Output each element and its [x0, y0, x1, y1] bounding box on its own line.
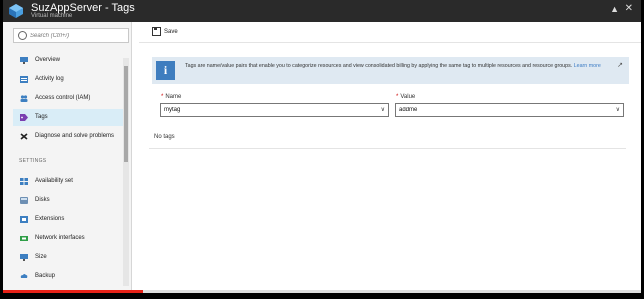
value-label-text: Value	[400, 94, 416, 100]
video-progress-bar[interactable]	[3, 290, 641, 293]
name-label-text: Name	[165, 94, 182, 100]
video-progress-fill	[3, 290, 144, 293]
value-field[interactable]: ∨	[395, 103, 624, 117]
sidebar-item-label: Diagnose and solve problems	[35, 133, 115, 139]
sidebar-item-label: Activity log	[35, 76, 64, 82]
title-bar: SuzAppServer - Tags Virtual machine ▲ ✕	[3, 0, 641, 22]
portal-window: SuzAppServer - Tags Virtual machine ▲ ✕ …	[3, 0, 641, 290]
sidebar-item-tags[interactable]: Tags	[13, 109, 125, 126]
value-input[interactable]	[399, 105, 607, 115]
extensions-icon	[20, 216, 28, 223]
sidebar-item-extensions[interactable]: Extensions	[13, 211, 125, 228]
sidebar: Overview Activity log Access control (IA…	[3, 22, 132, 290]
info-icon: i	[156, 61, 175, 80]
sidebar-scrollbar[interactable]	[123, 58, 129, 286]
chevron-down-icon[interactable]: ∨	[616, 106, 620, 113]
sidebar-item-label: Availability set	[35, 178, 73, 184]
sidebar-item-diagnose[interactable]: Diagnose and solve problems	[13, 128, 125, 145]
name-label: * Name	[161, 94, 181, 100]
pin-icon[interactable]: ▲	[610, 4, 619, 14]
save-button[interactable]: Save	[152, 27, 178, 38]
sidebar-item-size[interactable]: Size	[13, 249, 125, 266]
toolbar: Save	[139, 22, 641, 43]
virtual-machine-icon	[9, 4, 23, 18]
info-text: Tags are name/value pairs that enable yo…	[185, 63, 615, 70]
sidebar-search[interactable]	[13, 28, 129, 43]
monitor-icon	[20, 57, 28, 64]
settings-section-label: SETTINGS	[19, 158, 47, 164]
search-icon	[18, 31, 27, 40]
external-link-icon[interactable]: ↗	[617, 61, 623, 69]
sidebar-item-activity-log[interactable]: Activity log	[13, 71, 125, 88]
learn-more-link[interactable]: Learn more	[574, 63, 601, 69]
people-icon	[20, 95, 28, 102]
availability-set-icon	[20, 178, 28, 185]
tags-list	[149, 122, 626, 149]
monitor-icon	[20, 254, 28, 261]
sidebar-item-label: Backup	[35, 273, 56, 279]
sidebar-item-label: Disks	[35, 197, 50, 203]
no-tags-message: No tags	[154, 134, 175, 140]
activity-log-icon	[20, 76, 28, 83]
sidebar-item-label: Extensions	[35, 216, 65, 222]
main-panel: Save i Tags are name/value pairs that en…	[139, 22, 641, 290]
name-field[interactable]: ∨	[160, 103, 389, 117]
required-marker: *	[161, 94, 164, 100]
search-input[interactable]	[30, 30, 122, 41]
sidebar-item-label: Network interfaces	[35, 235, 85, 241]
close-icon[interactable]: ✕	[625, 3, 633, 14]
sidebar-item-access-control[interactable]: Access control (IAM)	[13, 90, 125, 107]
chevron-down-icon[interactable]: ∨	[381, 106, 385, 113]
sidebar-item-disks[interactable]: Disks	[13, 192, 125, 209]
sidebar-item-label: Overview	[35, 57, 61, 63]
backup-icon	[20, 274, 28, 278]
disk-icon	[20, 197, 28, 204]
sidebar-item-backup[interactable]: Backup	[13, 268, 125, 285]
scrollbar-thumb[interactable]	[124, 66, 128, 162]
info-banner: i Tags are name/value pairs that enable …	[152, 57, 629, 84]
wrench-icon	[20, 133, 28, 140]
page-subtitle: Virtual machine	[31, 13, 73, 19]
sidebar-item-availability-set[interactable]: Availability set	[13, 173, 125, 190]
sidebar-item-overview[interactable]: Overview	[13, 52, 125, 69]
sidebar-item-label: Tags	[35, 114, 48, 120]
required-marker: *	[396, 94, 399, 100]
save-label: Save	[164, 29, 178, 36]
info-message: Tags are name/value pairs that enable yo…	[185, 63, 573, 69]
save-icon	[152, 27, 161, 36]
network-icon	[20, 236, 28, 241]
name-input[interactable]	[164, 105, 372, 115]
tag-icon	[20, 114, 28, 121]
sidebar-item-label: Access control (IAM)	[35, 95, 91, 101]
value-label: * Value	[396, 94, 415, 100]
sidebar-item-label: Size	[35, 254, 47, 260]
sidebar-item-network-interfaces[interactable]: Network interfaces	[13, 230, 125, 247]
